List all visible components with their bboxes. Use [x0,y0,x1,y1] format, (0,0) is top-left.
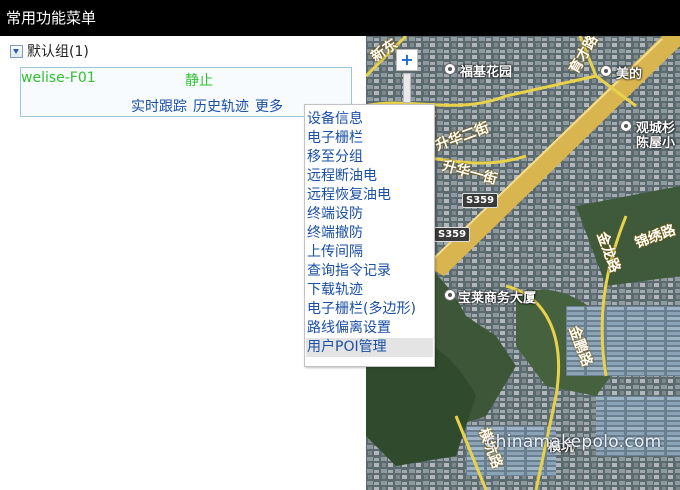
menu-item-download-track[interactable]: 下载轨迹 [306,281,433,300]
watermark: chinamakepolo.com [486,432,662,452]
group-header[interactable]: 默认组(1) [10,42,89,60]
group-label: 默认组(1) [27,44,89,60]
menu-item-route-deviation[interactable]: 路线偏离设置 [306,319,433,338]
poi-marker-icon[interactable] [600,65,612,77]
menu-item-remote-restore-fuel[interactable]: 远程恢复油电 [306,186,433,205]
device-actions: 实时跟踪 历史轨迹 更多 [131,96,289,116]
menu-item-command-log[interactable]: 查询指令记录 [306,262,433,281]
menu-item-device-info[interactable]: 设备信息 [306,110,433,129]
menu-item-poi-manage[interactable]: 用户POI管理 [306,338,433,357]
top-bar: 常用功能菜单 [0,0,680,36]
map-label: 福基花园 [460,65,513,80]
highway-shield: S359 [462,193,499,208]
device-status: 静止 [185,73,213,89]
zoom-slider[interactable] [403,73,411,103]
collapse-arrow-icon[interactable] [10,44,23,58]
poi-marker-icon[interactable] [444,289,456,301]
poi-marker-icon[interactable] [444,63,456,75]
poi-marker-icon[interactable] [620,120,632,132]
map-label: 美的 [616,67,643,82]
highway-shield: S359 [434,227,471,242]
panel-title: 常用功能菜单 [6,9,97,27]
menu-item-remote-cut-fuel[interactable]: 远程断油电 [306,167,433,186]
more-link[interactable]: 更多 [255,99,283,115]
map-label: 陈屋小 [636,136,676,151]
device-card[interactable]: welise-F01 静止 实时跟踪 历史轨迹 更多 [20,67,352,117]
menu-item-move-group[interactable]: 移至分组 [306,148,433,167]
menu-item-polygon-geofence[interactable]: 电子栅栏(多边形) [306,300,433,319]
history-track-link[interactable]: 历史轨迹 [193,99,249,115]
menu-item-arm[interactable]: 终端设防 [306,205,433,224]
menu-item-geofence[interactable]: 电子栅栏 [306,129,433,148]
device-context-menu: 设备信息 电子栅栏 移至分组 远程断油电 远程恢复油电 终端设防 终端撤防 上传… [304,104,435,367]
realtime-track-link[interactable]: 实时跟踪 [131,99,187,115]
zoom-in-button[interactable]: + [396,49,418,71]
menu-item-disarm[interactable]: 终端撤防 [306,224,433,243]
menu-item-upload-interval[interactable]: 上传间隔 [306,243,433,262]
map-label: 宝莱商务大厦 [458,291,537,306]
device-name[interactable]: welise-F01 [21,70,96,86]
